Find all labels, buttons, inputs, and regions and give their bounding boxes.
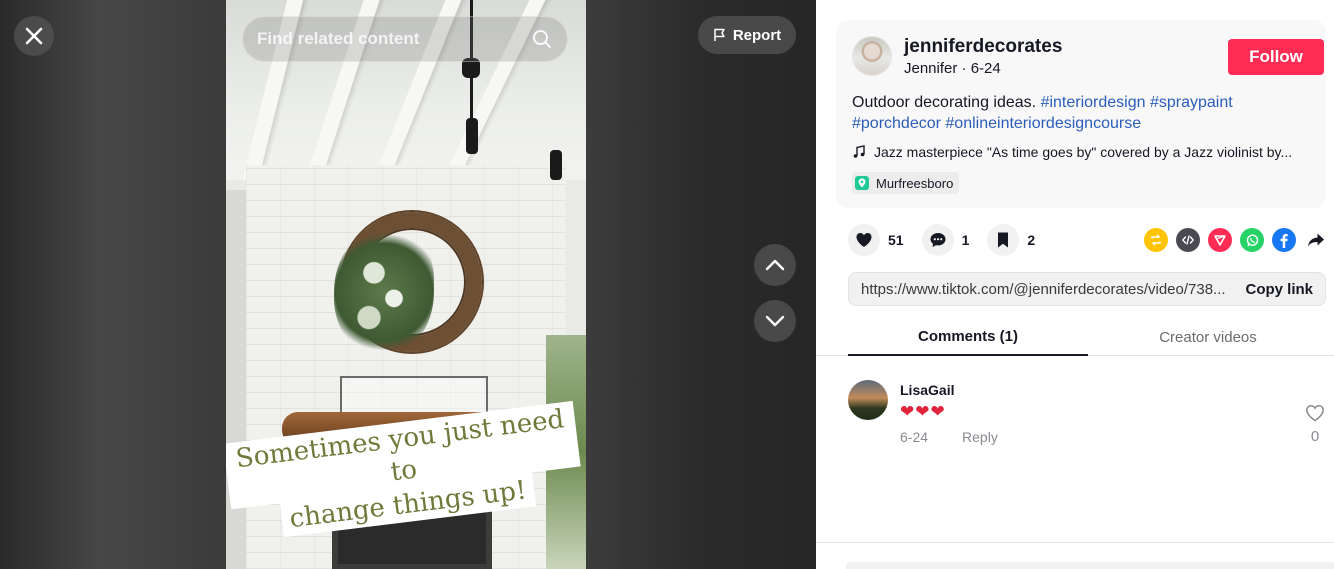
music-note-icon [853,145,865,158]
video-viewer: Sometimes you just need to change things… [0,0,816,569]
video-frame[interactable]: Sometimes you just need to change things… [226,0,586,569]
report-label: Report [732,26,782,44]
chevron-up-icon [765,259,785,271]
comment-icon [921,224,954,256]
flag-icon [714,28,725,41]
location-tag[interactable]: Murfreesboro [852,172,960,194]
commenter-avatar[interactable] [848,380,888,420]
next-video-button[interactable] [754,300,796,342]
video-sign [340,376,488,414]
action-bar: 51 1 2 [848,224,1053,256]
reply-button[interactable]: Reply [962,429,998,445]
repost-icon[interactable] [1144,228,1168,252]
video-chandelier [466,118,478,154]
search-icon[interactable] [529,26,555,52]
blurred-backdrop-left [0,0,226,569]
follow-button[interactable]: Follow [1228,39,1324,75]
comment-input-bar[interactable] [846,562,1334,569]
music-link[interactable]: Jazz masterpiece "As time goes by" cover… [852,144,1312,160]
chevron-down-icon [765,315,785,327]
comment-button[interactable]: 1 [921,224,970,256]
description-text: Outdoor decorating ideas. [852,94,1041,111]
display-name: Jennifer [904,60,958,77]
video-chandelier [550,150,562,180]
subline-separator: · [957,60,971,77]
embed-icon[interactable] [1176,228,1200,252]
share-link-box: https://www.tiktok.com/@jenniferdecorate… [848,272,1326,306]
like-button[interactable]: 51 [848,224,904,256]
comment-input-divider [816,542,1334,543]
share-link-url[interactable]: https://www.tiktok.com/@jenniferdecorate… [861,281,1245,298]
commenter-username[interactable]: LisaGail [900,382,954,398]
comment-like-button[interactable] [1304,404,1326,427]
heart-outline-icon [1306,405,1324,422]
details-panel: jenniferdecorates Jennifer · 6-24 Follow… [816,0,1334,569]
comment-count: 1 [961,232,970,248]
comment-like-count: 0 [1310,428,1320,445]
whatsapp-icon[interactable] [1240,228,1264,252]
copy-link-button[interactable]: Copy link [1245,281,1313,298]
previous-video-button[interactable] [754,244,796,286]
video-greenery [334,228,434,356]
description-card: jenniferdecorates Jennifer · 6-24 Follow… [836,20,1326,208]
comment-meta: 6-24 Reply [900,429,998,445]
hashtag-link[interactable]: #interiordesign [1041,94,1146,111]
close-button[interactable] [14,16,54,56]
like-count: 51 [888,232,904,248]
hashtag-link[interactable]: #spraypaint [1150,94,1233,111]
bookmark-icon [987,224,1020,256]
location-label: Murfreesboro [876,175,954,191]
search-input[interactable] [257,29,529,49]
tab-creator-videos[interactable]: Creator videos [1088,318,1328,356]
comment-date: 6-24 [900,429,929,445]
tab-comments[interactable]: Comments (1) [848,318,1088,356]
location-pin-icon [855,176,869,190]
facebook-icon[interactable] [1272,228,1296,252]
post-description: Outdoor decorating ideas. #interiordesig… [852,92,1312,134]
send-icon[interactable] [1208,228,1232,252]
comment-text: ❤❤❤ [900,402,946,421]
close-icon [25,27,43,45]
post-date: 6-24 [970,60,1001,77]
share-icons [1144,228,1328,252]
heart-icon [848,224,880,256]
music-title: Jazz masterpiece "As time goes by" cover… [874,144,1293,160]
hashtag-link[interactable]: #onlineinteriordesigncourse [945,115,1141,132]
author-subline: Jennifer · 6-24 [904,60,1001,77]
save-count: 2 [1027,232,1036,248]
avatar[interactable] [852,36,892,76]
save-button[interactable]: 2 [987,224,1035,256]
hashtag-link[interactable]: #porchdecor [852,115,941,132]
share-arrow-icon[interactable] [1304,228,1328,252]
username[interactable]: jenniferdecorates [904,36,1062,58]
tab-bar: Comments (1) Creator videos [816,318,1334,356]
search-bar[interactable] [242,16,568,62]
report-button[interactable]: Report [698,16,796,54]
